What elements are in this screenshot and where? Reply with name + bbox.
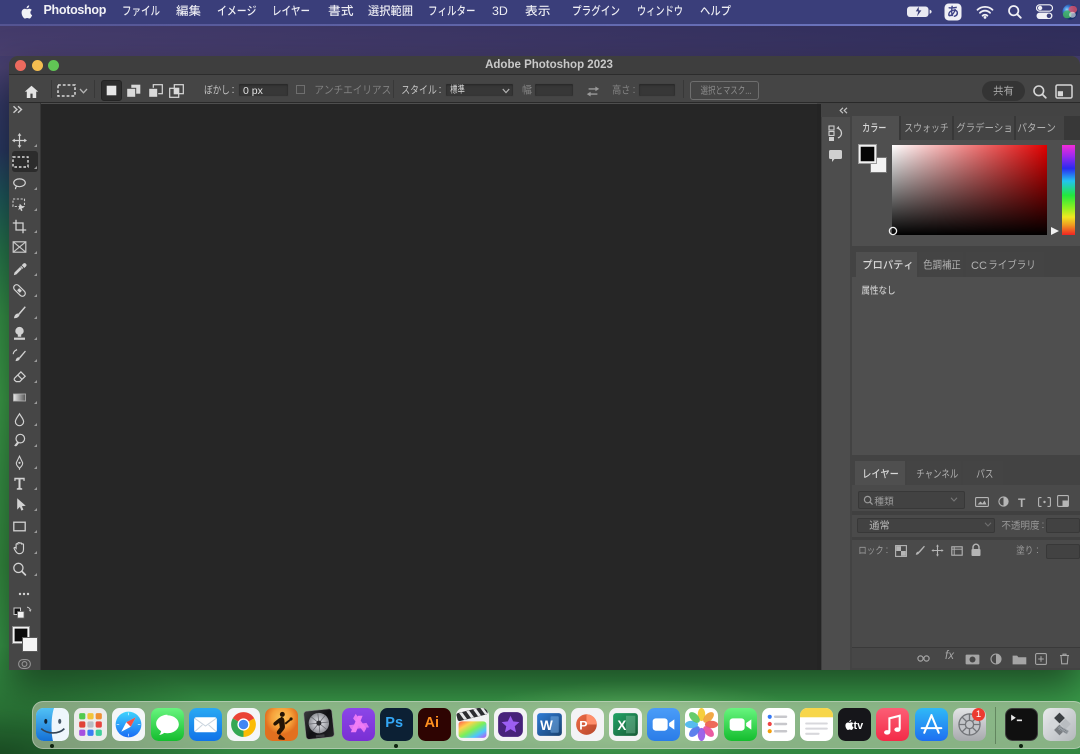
svg-text:tv: tv (854, 720, 864, 732)
svg-text:P: P (579, 718, 587, 732)
svg-text:W: W (540, 718, 553, 733)
svg-text:X: X (617, 718, 626, 733)
